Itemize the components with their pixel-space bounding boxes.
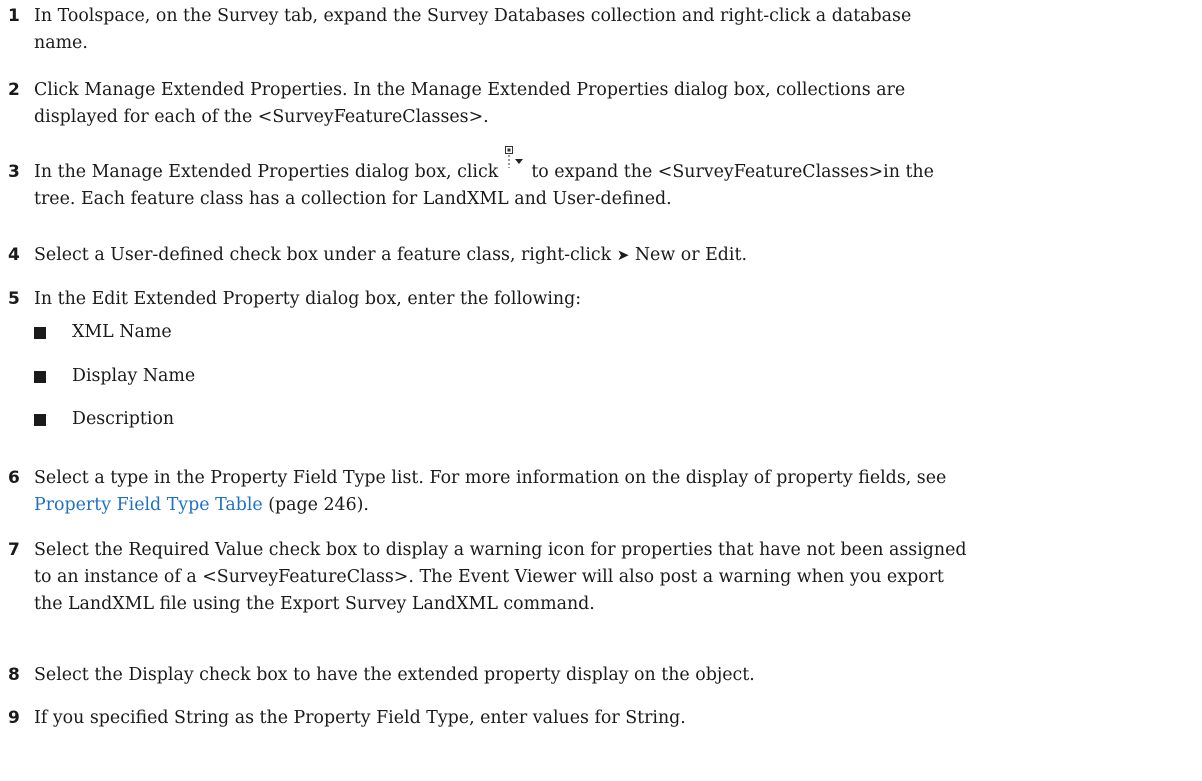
step-text-line2: tree. Each feature class has a collectio… [34, 189, 672, 209]
step-number: 4 [8, 245, 20, 265]
step-text-line3: the LandXML file using the Export Survey… [34, 594, 595, 614]
step-text-line2: displayed for each of the <SurveyFeature… [34, 107, 489, 127]
step-9: 9 If you specified String as the Propert… [0, 705, 1190, 732]
menu-arrow-icon: ➤ [616, 246, 630, 264]
step-text: In the Edit Extended Property dialog box… [34, 289, 582, 309]
step-number: 6 [8, 468, 20, 488]
step-text-continued: New or Edit. [634, 245, 747, 265]
list-item: Description [34, 406, 1134, 433]
step-text-line2: to an instance of a <SurveyFeatureClass>… [34, 567, 944, 587]
step-number: 8 [8, 665, 20, 685]
step-number: 9 [8, 708, 20, 728]
step-7: 7 Select the Required Value check box to… [0, 537, 1190, 618]
step-text: Select the Display check box to have the… [34, 665, 755, 685]
step-number: 5 [8, 289, 20, 309]
step-text: Select a User-defined check box under a … [34, 245, 612, 265]
step-4: 4 Select a User-defined check box under … [0, 242, 1190, 269]
step-8: 8 Select the Display check box to have t… [0, 662, 1190, 689]
step-text-line2: name. [34, 33, 88, 53]
step-number: 1 [8, 6, 20, 26]
step-6: 6 Select a type in the Property Field Ty… [0, 465, 1190, 519]
step-2: 2 Click Manage Extended Properties. In t… [0, 77, 1190, 131]
page-reference: (page 246). [268, 495, 369, 515]
step-text: In the Manage Extended Properties dialog… [34, 162, 499, 182]
step-text: Select a type in the Property Field Type… [34, 468, 947, 488]
step-text: In Toolspace, on the Survey tab, expand … [34, 6, 912, 26]
step-text: If you specified String as the Property … [34, 708, 686, 728]
list-item-text: XML Name [72, 322, 172, 342]
list-item-text: Display Name [72, 366, 196, 386]
step-1: 1 In Toolspace, on the Survey tab, expan… [0, 3, 1190, 57]
step-number: 3 [8, 162, 20, 182]
list-item: Display Name [34, 363, 1134, 390]
property-field-type-table-link[interactable]: Property Field Type Table [34, 495, 263, 515]
list-item: XML Name [34, 319, 1134, 346]
list-item-text: Description [72, 409, 175, 429]
step-number: 2 [8, 80, 20, 100]
step-text: Click Manage Extended Properties. In the… [34, 80, 906, 100]
step-3: 3 In the Manage Extended Properties dial… [0, 146, 1190, 213]
step-text-continued: to expand the <SurveyFeatureClasses>in t… [531, 162, 934, 182]
expand-tree-icon [504, 145, 526, 172]
bullet-square-icon [34, 327, 46, 339]
bullet-square-icon [34, 371, 46, 383]
step-number: 7 [8, 540, 20, 560]
step-5: 5 In the Edit Extended Property dialog b… [0, 286, 1190, 313]
bullet-square-icon [34, 414, 46, 426]
step-text: Select the Required Value check box to d… [34, 540, 967, 560]
